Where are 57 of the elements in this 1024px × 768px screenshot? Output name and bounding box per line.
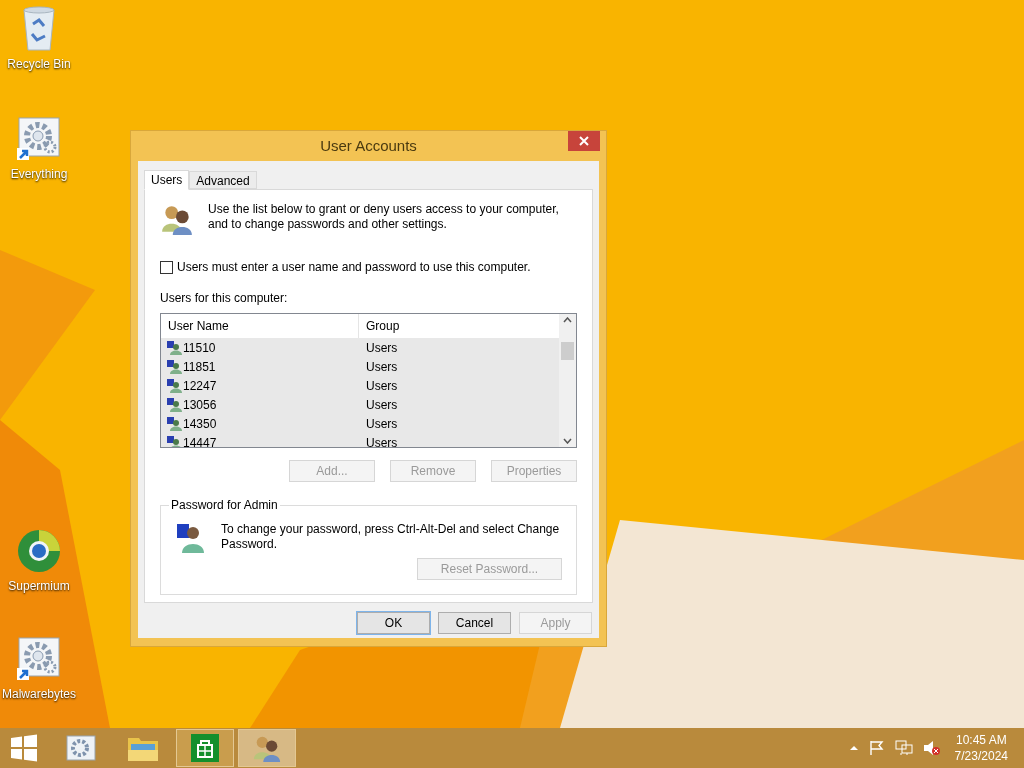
column-header[interactable]: Group — [359, 314, 559, 338]
chevron-up-icon[interactable] — [848, 745, 859, 751]
user-icon — [166, 339, 182, 356]
user-icon — [166, 377, 182, 394]
checkbox-label[interactable]: Users must enter a user name and password to use this computer. — [177, 258, 531, 276]
user-name-cell-text: 11510 — [183, 339, 216, 357]
store-bag-icon — [190, 733, 220, 763]
windows-logo-icon — [10, 734, 38, 762]
user-name-cell-text: 14447 — [183, 434, 217, 447]
dialog-button[interactable]: Cancel — [438, 612, 511, 634]
group-cell-text: Users — [365, 377, 399, 395]
user-row[interactable]: 11851 Users — [161, 357, 559, 376]
user-icon — [166, 358, 182, 375]
gear-shortcut-icon — [16, 636, 62, 682]
close-icon — [579, 136, 589, 146]
user-row[interactable]: 14447 Users — [161, 433, 559, 447]
user-icon — [166, 396, 182, 413]
user-row[interactable]: 13056 Users — [161, 395, 559, 414]
group-title: Password for Admin — [170, 497, 279, 514]
tab[interactable]: Users — [144, 170, 190, 190]
clock-date: 7/23/2024 — [954, 748, 1008, 764]
flag-icon[interactable] — [868, 740, 885, 756]
password-hint: To change your password, press Ctrl-Alt-Del and select Change Password. — [221, 522, 561, 552]
user-name-cell-text: 14350 — [183, 415, 217, 433]
speaker-muted-icon[interactable] — [922, 740, 941, 756]
scroll-down-icon — [563, 438, 572, 444]
user-name-cell-text: 11851 — [183, 358, 216, 376]
group-cell-text: Users — [365, 396, 399, 414]
user-icon — [166, 415, 182, 432]
group-cell-text: Users — [365, 415, 399, 433]
user-row[interactable]: 14350 Users — [161, 414, 559, 433]
taskbar-button[interactable] — [176, 729, 234, 767]
user-row[interactable]: 11510 Users — [161, 338, 559, 357]
scroll-up-icon — [563, 317, 572, 323]
scrollbar[interactable] — [559, 314, 576, 447]
user-name-cell-text: 12247 — [183, 377, 217, 395]
taskbar-button[interactable] — [238, 729, 296, 767]
user-icon — [175, 522, 207, 554]
dialog-button[interactable]: OK — [357, 612, 430, 634]
browser-icon — [16, 528, 62, 574]
user-row[interactable]: 12247 Users — [161, 376, 559, 395]
list-label: Users for this computer: — [160, 290, 289, 307]
group-cell-text: Users — [365, 339, 399, 357]
user-icon — [166, 434, 182, 447]
scroll-thumb[interactable] — [561, 341, 574, 360]
checkbox[interactable] — [160, 260, 173, 274]
tab[interactable]: Advanced — [189, 171, 257, 189]
window-title: User Accounts — [320, 135, 417, 156]
gear-icon — [66, 735, 96, 761]
group-cell-text: Users — [365, 358, 399, 376]
intro-text: Use the list below to grant or deny users access to your computer, and to change passwords and other settings. — [208, 202, 560, 232]
close-button[interactable] — [568, 131, 600, 151]
user-name-cell-text: 13056 — [183, 396, 217, 414]
network-icon[interactable] — [894, 740, 913, 756]
group-cell-text: Users — [365, 434, 399, 447]
gear-shortcut-icon — [16, 116, 62, 162]
clock-time: 10:45 AM — [955, 732, 1007, 748]
